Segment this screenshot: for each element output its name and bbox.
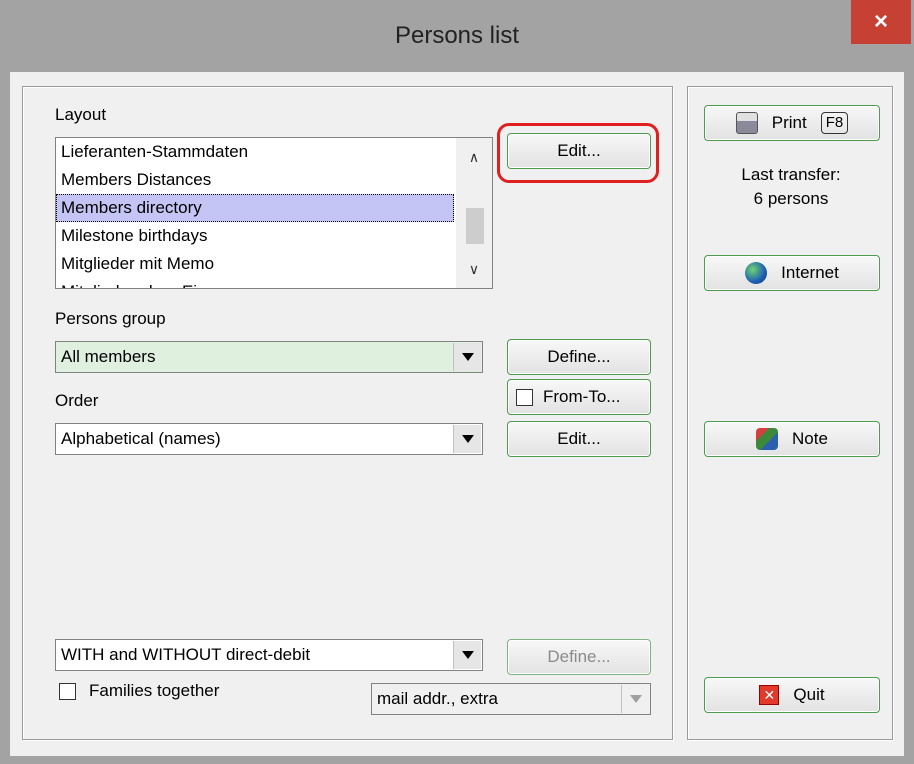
list-item[interactable]: Mitglieder ohne Einzug [56, 278, 454, 288]
internet-label: Internet [781, 263, 839, 282]
last-transfer-count: 6 persons [753, 189, 829, 208]
mail-addr-select[interactable]: mail addr., extra [371, 683, 651, 715]
layout-listbox[interactable]: Lieferanten-Stammdaten Members Distances… [55, 137, 493, 289]
list-item[interactable]: Members Distances [56, 166, 454, 194]
direct-debit-define-button[interactable]: Define... [507, 639, 651, 675]
list-item[interactable]: Mitglieder mit Memo [56, 250, 454, 278]
left-panel: Layout Lieferanten-Stammdaten Members Di… [22, 86, 673, 740]
chevron-down-icon[interactable] [453, 641, 481, 669]
print-button[interactable]: Print F8 [704, 105, 880, 141]
list-item[interactable]: Milestone birthdays [56, 222, 454, 250]
persons-list-window: Persons list × Layout Lieferanten-Stammd… [0, 0, 914, 764]
last-transfer-label: Last transfer: [741, 165, 841, 184]
chevron-down-icon[interactable] [453, 343, 481, 371]
list-item-selected[interactable]: Members directory [56, 194, 454, 222]
chevron-down-icon[interactable] [621, 685, 649, 713]
persons-group-value: All members [61, 347, 156, 366]
order-label: Order [55, 391, 99, 410]
quit-button[interactable]: ✕ Quit [704, 677, 880, 713]
persons-group-define-button[interactable]: Define... [507, 339, 651, 375]
persons-group-label: Persons group [55, 309, 166, 328]
layout-scrollbar[interactable]: ∧ ∨ [456, 138, 492, 288]
scroll-up-icon[interactable]: ∧ [456, 142, 492, 172]
direct-debit-select[interactable]: WITH and WITHOUT direct-debit [55, 639, 483, 671]
order-value: Alphabetical (names) [61, 429, 221, 448]
window-title: Persons list [394, 22, 520, 49]
mail-addr-value: mail addr., extra [377, 689, 498, 708]
note-icon [756, 428, 779, 450]
from-to-button[interactable]: From-To... [507, 379, 651, 415]
layout-list-items: Lieferanten-Stammdaten Members Distances… [56, 138, 454, 288]
printer-icon [735, 112, 758, 134]
scroll-thumb[interactable] [466, 208, 484, 244]
order-edit-button[interactable]: Edit... [507, 421, 651, 457]
internet-button[interactable]: Internet [704, 255, 880, 291]
close-button[interactable]: × [851, 0, 911, 44]
right-panel: Print F8 Last transfer: 6 persons Intern… [687, 86, 893, 740]
from-to-checkbox[interactable] [516, 388, 533, 406]
persons-group-select[interactable]: All members [55, 341, 483, 373]
order-select[interactable]: Alphabetical (names) [55, 423, 483, 455]
globe-icon [745, 262, 768, 284]
dialog-client-area: Layout Lieferanten-Stammdaten Members Di… [10, 72, 904, 756]
note-button[interactable]: Note [704, 421, 880, 457]
from-to-label: From-To... [543, 387, 621, 406]
families-together-label: Families together [89, 681, 220, 700]
title-bar[interactable]: Persons list × [0, 0, 914, 82]
quit-label: Quit [793, 685, 825, 704]
list-item[interactable]: Lieferanten-Stammdaten [56, 138, 454, 166]
families-together-checkbox[interactable] [59, 683, 76, 700]
shortcut-badge: F8 [820, 112, 849, 134]
chevron-down-icon[interactable] [453, 425, 481, 453]
print-label: Print [771, 113, 807, 132]
note-label: Note [792, 429, 828, 448]
direct-debit-value: WITH and WITHOUT direct-debit [61, 645, 311, 664]
close-icon: ✕ [759, 685, 780, 705]
scroll-down-icon[interactable]: ∨ [456, 254, 492, 284]
layout-label: Layout [55, 105, 107, 124]
layout-edit-button[interactable]: Edit... [507, 133, 651, 169]
